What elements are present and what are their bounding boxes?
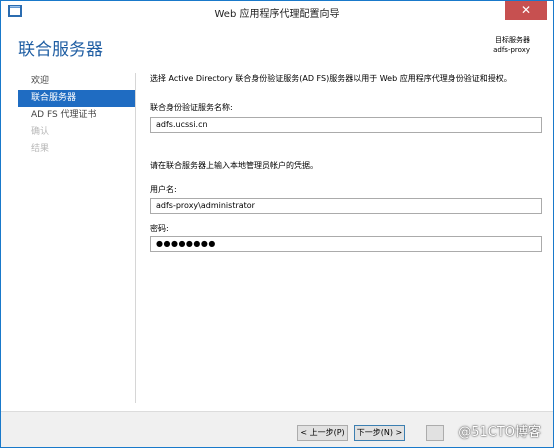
wizard-header: 联合服务器 目标服务器 adfs-proxy bbox=[1, 23, 553, 71]
configure-button[interactable] bbox=[426, 425, 444, 441]
window-title: Web 应用程序代理配置向导 bbox=[214, 9, 340, 20]
previous-button[interactable]: < 上一步(P) bbox=[297, 425, 348, 441]
nav-item-welcome[interactable]: 欢迎 bbox=[18, 73, 135, 90]
title-bar[interactable]: Web 应用程序代理配置向导 ✕ bbox=[1, 1, 553, 23]
service-name-input[interactable]: adfs.ucssi.cn bbox=[150, 117, 542, 133]
password-label: 密码: bbox=[150, 224, 169, 233]
page-description: 选择 Active Directory 联合身份验证服务(AD FS)服务器以用… bbox=[150, 74, 512, 83]
wizard-window: Web 应用程序代理配置向导 ✕ 联合服务器 目标服务器 adfs-proxy … bbox=[0, 0, 554, 448]
credentials-hint: 请在联合服务器上输入本地管理员帐户的凭据。 bbox=[150, 161, 318, 170]
watermark: @51CTO博客 bbox=[458, 425, 541, 440]
nav-item-confirmation: 确认 bbox=[31, 127, 50, 137]
wizard-nav: 欢迎 联合服务器 AD FS 代理证书 确认 结果 bbox=[18, 73, 135, 158]
nav-item-federation-server[interactable]: 联合服务器 bbox=[18, 90, 135, 107]
next-button[interactable]: 下一步(N) > bbox=[354, 425, 405, 441]
username-label: 用户名: bbox=[150, 185, 177, 194]
password-input[interactable]: ●●●●●●●● bbox=[150, 236, 542, 252]
destination-server-label: 目标服务器 bbox=[495, 36, 530, 44]
username-input[interactable]: adfs-proxy\administrator bbox=[150, 198, 542, 214]
nav-item-results: 结果 bbox=[31, 144, 50, 154]
close-button[interactable]: ✕ bbox=[505, 1, 547, 20]
page-title: 联合服务器 bbox=[18, 40, 103, 60]
nav-item-adfs-proxy-certificate[interactable]: AD FS 代理证书 bbox=[18, 107, 135, 124]
destination-server-value: adfs-proxy bbox=[493, 46, 530, 54]
nav-divider bbox=[135, 73, 136, 403]
close-icon: ✕ bbox=[520, 3, 532, 17]
service-name-label: 联合身份验证服务名称: bbox=[150, 103, 233, 112]
